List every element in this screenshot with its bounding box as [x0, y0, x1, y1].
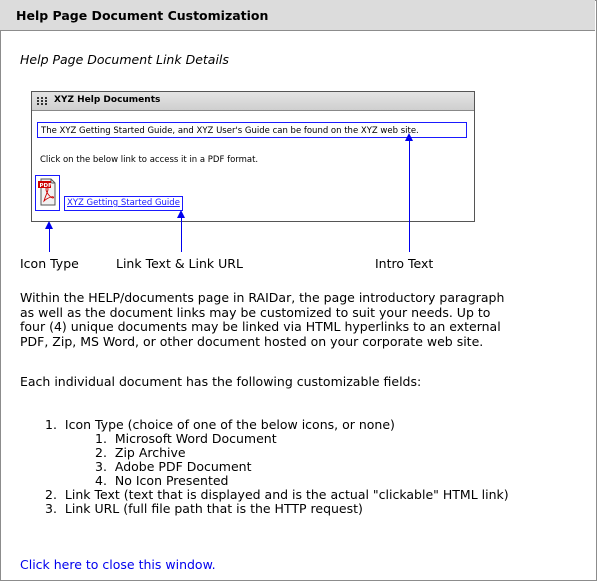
close-window-link[interactable]: Click here to close this window.	[20, 557, 216, 572]
sample-icon-box: PDF	[35, 175, 60, 211]
grip-icon	[37, 97, 47, 105]
list-item: 1. Microsoft Word Document	[95, 431, 277, 446]
callout-link-text-url: Link Text & Link URL	[116, 256, 243, 271]
callout-icon-type: Icon Type	[20, 256, 79, 271]
sample-click-instruction: Click on the below link to access it in …	[40, 155, 259, 165]
description-paragraph: Within the HELP/documents page in RAIDar…	[20, 290, 590, 349]
page-title: Help Page Document Customization	[16, 8, 269, 23]
list-item: 2. Link Text (text that is displayed and…	[45, 487, 509, 502]
description-line: PDF, Zip, MS Word, or other document hos…	[20, 333, 484, 349]
list-item: 1. Icon Type (choice of one of the below…	[45, 417, 395, 432]
description-line: four (4) unique documents may be linked …	[20, 319, 501, 334]
description-line: as well as the document links may be cus…	[20, 304, 491, 320]
description-line: Within the HELP/documents page in RAIDar…	[20, 290, 505, 305]
list-item: 3. Link URL (full file path that is the …	[45, 501, 363, 516]
list-item: 3. Adobe PDF Document	[95, 459, 252, 474]
list-item: 4. No Icon Presented	[95, 473, 229, 488]
sample-intro-text: The XYZ Getting Started Guide, and XYZ U…	[37, 122, 467, 138]
pdf-document-icon: PDF	[38, 178, 56, 206]
page-header: Help Page Document Customization	[0, 0, 595, 31]
sample-document-link[interactable]: XYZ Getting Started Guide	[64, 196, 183, 211]
list-item: 2. Zip Archive	[95, 445, 186, 460]
sample-panel-title: XYZ Help Documents	[54, 95, 161, 105]
callout-intro-text: Intro Text	[375, 256, 434, 271]
sample-panel-header: XYZ Help Documents	[32, 92, 474, 111]
fields-intro-paragraph: Each individual document has the followi…	[20, 374, 422, 389]
section-subtitle: Help Page Document Link Details	[20, 52, 229, 67]
